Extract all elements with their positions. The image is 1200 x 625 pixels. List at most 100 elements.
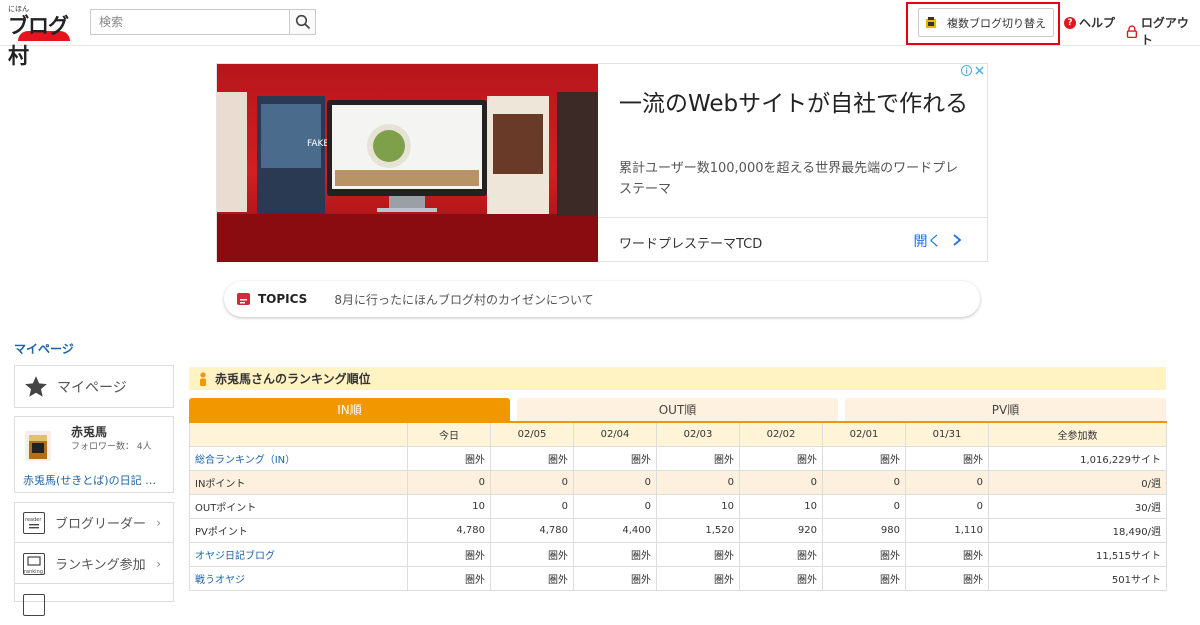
row-label-cell: 戦うオヤジ xyxy=(189,565,408,591)
table-cell: 圏外 xyxy=(490,541,574,567)
table-cell: 圏外 xyxy=(656,445,740,471)
column-header: 02/01 xyxy=(822,421,906,447)
table-cell: 501サイト xyxy=(988,565,1167,591)
top-header: にほん ブログ村 複数ブログ切り替え ? ヘルプ ログアウト xyxy=(0,0,1200,68)
row-label-cell: PVポイント xyxy=(189,517,408,543)
help-icon: ? xyxy=(1064,16,1076,29)
chevron-right-icon: › xyxy=(156,557,161,571)
ad-open-label: 開く xyxy=(913,234,942,250)
table-cell: 980 xyxy=(822,517,906,543)
column-header xyxy=(189,421,408,447)
category-link[interactable]: 戦うオヤジ xyxy=(195,575,245,586)
category-link[interactable]: オヤジ日記ブログ xyxy=(195,551,275,562)
ad-title: 一流のWebサイトが自社で作れる xyxy=(619,91,969,117)
table-row: オヤジ日記ブログ 圏外 圏外 圏外 圏外 圏外 圏外 圏外 11,515サイト xyxy=(189,541,1167,567)
table-cell: 18,490/週 xyxy=(988,517,1167,543)
row-label-cell: OUTポイント xyxy=(189,493,408,519)
table-cell: 圏外 xyxy=(822,445,906,471)
table-cell: 4,780 xyxy=(490,517,574,543)
table-row: INポイント 0 0 0 0 0 0 0 0/週 xyxy=(189,469,1167,495)
help-label: ヘルプ xyxy=(1079,16,1116,30)
topics-link[interactable]: 8月に行ったにほんブログ村のカイゼンについて xyxy=(334,291,593,308)
sidebar-item-ranking-join[interactable]: ranking ランキング参加 › xyxy=(15,544,173,584)
search-input[interactable] xyxy=(91,10,289,34)
topics-bar[interactable]: TOPICS 8月に行ったにほんブログ村のカイゼンについて xyxy=(224,281,980,317)
tab-in-order[interactable]: IN順 xyxy=(189,398,510,421)
table-cell: 10 xyxy=(407,493,491,519)
sidebar-mypage-button[interactable]: マイページ xyxy=(14,365,174,408)
ad-illustration: FAKE xyxy=(217,92,598,262)
star-icon xyxy=(25,375,47,397)
table-row: 総合ランキング（IN） 圏外 圏外 圏外 圏外 圏外 圏外 圏外 1,016,229サイト xyxy=(189,445,1167,471)
column-header: 今日 xyxy=(407,421,491,447)
avatar[interactable] xyxy=(23,427,55,463)
table-cell: 0 xyxy=(739,469,823,495)
category-link[interactable]: 総合ランキング（IN） xyxy=(195,455,295,466)
ad-open-button[interactable]: 開く xyxy=(914,231,962,251)
sidebar-menu: reader ブログリーダー › ranking ランキング参加 › xyxy=(14,502,174,616)
column-header: 02/05 xyxy=(490,421,574,447)
column-header: 全参加数 xyxy=(988,421,1167,447)
help-link[interactable]: ? ヘルプ xyxy=(1064,14,1115,31)
row-label-cell: INポイント xyxy=(189,469,408,495)
table-cell: 圏外 xyxy=(490,445,574,471)
ad-footer: ワードプレステーマTCD 開く xyxy=(598,217,988,262)
search-button[interactable] xyxy=(289,10,315,34)
table-cell: 30/週 xyxy=(988,493,1167,519)
topics-label: TOPICS xyxy=(258,292,308,306)
tab-pv-order[interactable]: PV順 xyxy=(845,398,1166,421)
column-header: 02/04 xyxy=(573,421,657,447)
table-cell: 圏外 xyxy=(739,445,823,471)
table-cell: 11,515サイト xyxy=(988,541,1167,567)
sidebar-item-blog-reader[interactable]: reader ブログリーダー › xyxy=(15,503,173,543)
table-cell: 圏外 xyxy=(573,445,657,471)
topics-chat-icon xyxy=(237,293,250,305)
ad-image: FAKE xyxy=(217,64,598,262)
blog-switch-icon xyxy=(926,17,936,28)
ad-choices[interactable] xyxy=(961,65,985,77)
user-name: 赤兎馬 xyxy=(71,425,108,439)
nihon-blogmura-logo[interactable]: にほん ブログ村 xyxy=(6,4,82,68)
switch-blog-button[interactable]: 複数ブログ切り替え xyxy=(918,8,1054,37)
table-cell: 圏外 xyxy=(822,541,906,567)
table-cell: 圏外 xyxy=(490,565,574,591)
table-cell: 10 xyxy=(739,493,823,519)
table-cell: 圏外 xyxy=(573,541,657,567)
table-row: OUTポイント 10 0 0 10 10 0 0 30/週 xyxy=(189,493,1167,519)
table-cell: 4,780 xyxy=(407,517,491,543)
sidebar-item-label: ランキング参加 xyxy=(55,558,146,573)
close-icon xyxy=(975,66,984,75)
table-cell: 0 xyxy=(822,469,906,495)
sidebar-item-next[interactable] xyxy=(15,585,173,625)
advertisement-banner[interactable]: FAKE 一流のWebサイトが自社で作れる 累計ユーザー数100,000を超える… xyxy=(216,63,988,262)
ranking-table: 今日 02/05 02/04 02/03 02/02 02/01 01/31 全… xyxy=(189,421,1167,591)
table-cell: 圏外 xyxy=(739,541,823,567)
info-icon xyxy=(961,65,972,76)
ad-screen-caption: FAKE xyxy=(307,139,329,149)
table-cell: 920 xyxy=(739,517,823,543)
chevron-right-icon: › xyxy=(156,516,161,530)
table-cell: 圏外 xyxy=(905,565,989,591)
table-cell: 0 xyxy=(407,469,491,495)
tab-out-order[interactable]: OUT順 xyxy=(517,398,838,421)
table-cell: 0 xyxy=(905,493,989,519)
ranking-section-title: 赤兎馬さんのランキング順位 xyxy=(189,367,1166,390)
logout-link[interactable]: ログアウト xyxy=(1126,14,1200,48)
table-cell: 圏外 xyxy=(905,541,989,567)
table-cell: 圏外 xyxy=(656,541,740,567)
sidebar-user-card: 赤兎馬 フォロワー数： 4人 赤兎馬(せきとば)の日記 … xyxy=(14,416,174,493)
table-cell: 圏外 xyxy=(573,565,657,591)
user-followers: フォロワー数： 4人 xyxy=(71,439,152,452)
search-box xyxy=(90,9,316,35)
ranking-title: 赤兎馬さんのランキング順位 xyxy=(215,372,371,386)
lock-icon xyxy=(1126,24,1138,38)
table-cell: 圏外 xyxy=(407,565,491,591)
user-blog-link[interactable]: 赤兎馬(せきとば)の日記 … xyxy=(23,472,171,488)
column-header: 02/03 xyxy=(656,421,740,447)
followers-label: フォロワー数： xyxy=(71,442,135,452)
table-cell: 0 xyxy=(573,469,657,495)
reader-icon-text: reader xyxy=(25,517,42,523)
table-cell: 圏外 xyxy=(905,445,989,471)
table-cell: 1,016,229サイト xyxy=(988,445,1167,471)
table-cell: 0/週 xyxy=(988,469,1167,495)
